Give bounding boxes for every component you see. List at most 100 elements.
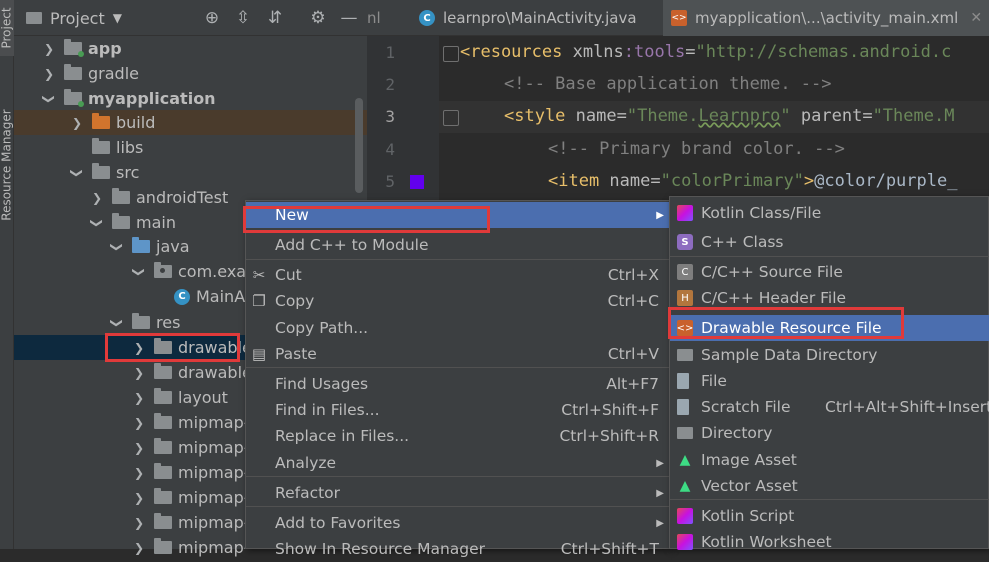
chevron-right-icon[interactable]: ❯ xyxy=(132,416,146,430)
menu-item-shortcut: Ctrl+X xyxy=(607,266,659,284)
menu-item-label: Add C++ to Module xyxy=(275,236,429,254)
tree-item-label: src xyxy=(116,163,140,182)
android-icon: ▲ xyxy=(679,452,691,468)
tree-item-label: mipmap- xyxy=(178,488,250,507)
class-icon: C xyxy=(174,288,190,305)
submenu-item-kotlin-worksheet[interactable]: Kotlin Worksheet xyxy=(670,529,989,555)
menu-item-cut[interactable]: ✂ Cut Ctrl+X xyxy=(246,262,669,288)
menu-item-add-cplusplus-to-module[interactable]: Add C++ to Module xyxy=(246,232,669,258)
chevron-down-icon[interactable]: ❯ xyxy=(110,316,124,330)
submenu-item-image-asset[interactable]: ▲ Image Asset xyxy=(670,447,989,473)
submenu-item-label: Scratch File xyxy=(701,398,791,416)
tree-item-myapplication[interactable]: ❯ myapplication xyxy=(14,86,367,111)
submenu-item-cplusplus-class[interactable]: S C++ Class xyxy=(670,229,989,255)
annotation-box-drawable-resource-file xyxy=(668,307,904,339)
menu-item-shortcut: Ctrl+Shift+R xyxy=(559,427,659,445)
folder-icon xyxy=(154,363,172,379)
chevron-right-icon[interactable]: ❯ xyxy=(132,516,146,530)
menu-item-paste[interactable]: ▤ Paste Ctrl+V xyxy=(246,341,669,367)
submenu-item-sample-data-directory[interactable]: Sample Data Directory xyxy=(670,342,989,368)
chevron-down-icon[interactable]: ❯ xyxy=(70,166,84,180)
xml-attr: parent xyxy=(790,106,863,126)
chevron-right-icon[interactable]: ❯ xyxy=(132,441,146,455)
chevron-down-icon[interactable]: ❯ xyxy=(42,92,56,106)
menu-item-copy-path[interactable]: Copy Path... xyxy=(246,315,669,341)
tree-item-build[interactable]: ❯ build xyxy=(14,110,367,135)
submenu-item-label: Vector Asset xyxy=(701,477,798,495)
android-icon: ▲ xyxy=(679,478,691,494)
chevron-right-icon[interactable]: ❯ xyxy=(90,191,104,205)
menu-item-shortcut: Ctrl+V xyxy=(607,345,659,363)
project-tool-tab[interactable]: Project xyxy=(0,0,14,56)
chevron-down-icon[interactable]: ❯ xyxy=(110,240,124,254)
resource-folder-icon xyxy=(132,313,150,329)
submenu-item-directory[interactable]: Directory xyxy=(670,420,989,446)
chevron-right-icon[interactable]: ❯ xyxy=(132,466,146,480)
editor-tab-label: learnpro\MainActivity.java xyxy=(443,9,637,27)
tree-item-app[interactable]: ❯ app xyxy=(14,36,367,61)
gear-icon[interactable]: ⚙ xyxy=(306,6,330,30)
code-line-3: <style name="Theme.Learnpro" parent="The… xyxy=(504,106,954,126)
chevron-right-icon[interactable]: ❯ xyxy=(132,541,146,555)
menu-item-analyze[interactable]: Analyze ▶ xyxy=(246,450,669,476)
editor-tab-partial[interactable]: nl xyxy=(367,0,381,36)
xml-equals: = xyxy=(650,171,661,191)
menu-item-find-in-files[interactable]: Find in Files... Ctrl+Shift+F xyxy=(246,397,669,423)
menu-item-refactor[interactable]: Refactor ▶ xyxy=(246,480,669,506)
chevron-right-icon[interactable]: ❯ xyxy=(42,42,56,56)
menu-item-find-usages[interactable]: Find Usages Alt+F7 xyxy=(246,371,669,397)
menu-item-copy[interactable]: ❐ Copy Ctrl+C xyxy=(246,288,669,314)
locate-icon[interactable]: ⊕ xyxy=(200,6,224,30)
menu-item-show-in-resource-manager[interactable]: Show In Resource Manager Ctrl+Shift+T xyxy=(246,536,669,562)
menu-item-label: Replace in Files... xyxy=(275,427,410,445)
cpp-source-icon: C xyxy=(677,264,693,280)
menu-item-label: Find in Files... xyxy=(275,401,380,419)
submenu-arrow-icon: ▶ xyxy=(656,209,664,221)
collapse-all-icon[interactable]: ⇵ xyxy=(263,6,287,30)
close-icon[interactable]: ✕ xyxy=(970,10,982,26)
xml-file-icon: <> xyxy=(671,10,687,26)
editor-tab-mainactivity[interactable]: C learnpro\MainActivity.java xyxy=(419,0,637,36)
submenu-item-kotlin-class-file[interactable]: Kotlin Class/File xyxy=(670,200,989,226)
submenu-item-label: C/C++ Source File xyxy=(701,263,843,281)
menu-item-replace-in-files[interactable]: Replace in Files... Ctrl+Shift+R xyxy=(246,423,669,449)
minimize-icon[interactable]: — xyxy=(337,6,361,30)
editor-tab-activity-main-xml[interactable]: <> myapplication\...\activity_main.xml ✕ xyxy=(663,0,989,39)
menu-item-shortcut: Alt+F7 xyxy=(606,375,659,393)
xml-attr: xmlns xyxy=(562,42,624,62)
tree-item-gradle[interactable]: ❯ gradle xyxy=(14,61,367,86)
menu-item-shortcut: Ctrl+C xyxy=(607,292,659,310)
line-number: 3 xyxy=(385,107,395,126)
chevron-right-icon[interactable]: ❯ xyxy=(70,116,84,130)
submenu-item-c-cplusplus-source-file[interactable]: C C/C++ Source File xyxy=(670,259,989,285)
tree-scrollbar[interactable] xyxy=(355,98,363,193)
submenu-item-kotlin-script[interactable]: Kotlin Script xyxy=(670,503,989,529)
menu-item-label: Analyze xyxy=(275,454,337,472)
fold-marker-icon[interactable] xyxy=(443,46,459,62)
submenu-item-scratch-file[interactable]: Scratch File Ctrl+Alt+Shift+Insert xyxy=(670,394,989,420)
submenu-item-label: Image Asset xyxy=(701,451,797,469)
menu-item-label: Show In Resource Manager xyxy=(275,540,486,558)
chevron-right-icon[interactable]: ❯ xyxy=(132,491,146,505)
chevron-right-icon[interactable]: ❯ xyxy=(132,366,146,380)
expand-all-icon[interactable]: ⇳ xyxy=(231,6,255,30)
folder-icon xyxy=(154,538,172,554)
tree-item-src[interactable]: ❯ src xyxy=(14,160,367,185)
chevron-right-icon[interactable]: ❯ xyxy=(132,391,146,405)
class-icon: C xyxy=(419,10,435,26)
fold-marker-icon[interactable] xyxy=(443,110,459,126)
chevron-down-icon[interactable]: ❯ xyxy=(132,265,146,279)
line-number: 1 xyxy=(385,43,395,62)
submenu-item-file[interactable]: File xyxy=(670,368,989,394)
project-view-selector[interactable]: Project ▼ xyxy=(26,0,122,36)
folder-icon xyxy=(64,64,82,80)
chevron-right-icon[interactable]: ❯ xyxy=(42,67,56,81)
tree-arrow-spacer xyxy=(70,141,84,155)
resource-manager-tool-tab[interactable]: Resource Manager xyxy=(0,100,14,230)
submenu-item-label: Directory xyxy=(701,424,773,442)
menu-item-add-to-favorites[interactable]: Add to Favorites ▶ xyxy=(246,510,669,536)
color-swatch-icon[interactable] xyxy=(410,175,424,189)
tree-item-libs[interactable]: libs xyxy=(14,135,367,160)
chevron-down-icon[interactable]: ❯ xyxy=(90,216,104,230)
submenu-item-vector-asset[interactable]: ▲ Vector Asset xyxy=(670,473,989,499)
